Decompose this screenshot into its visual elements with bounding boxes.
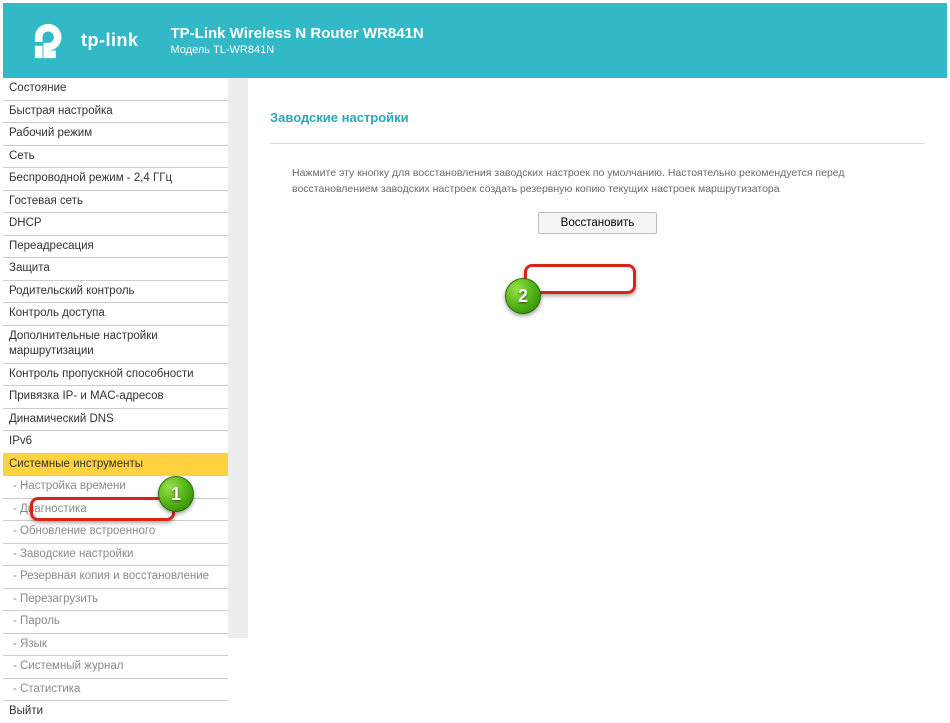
sidebar-item-11[interactable]: Дополнительные настройки маршрутизации — [3, 326, 228, 364]
brand-text: tp-link — [81, 30, 139, 51]
sidebar-item-22[interactable]: - Перезагрузить — [3, 589, 228, 612]
sidebar-item-3[interactable]: Сеть — [3, 146, 228, 169]
sidebar-item-21[interactable]: - Резервная копия и восстановление — [3, 566, 228, 589]
panel-title: Заводские настройки — [270, 110, 925, 125]
product-model: Модель TL-WR841N — [171, 44, 424, 56]
sidebar-item-13[interactable]: Привязка IP- и MAC-адресов — [3, 386, 228, 409]
sidebar-item-9[interactable]: Родительский контроль — [3, 281, 228, 304]
sidebar-item-25[interactable]: - Системный журнал — [3, 656, 228, 679]
sidebar-item-4[interactable]: Беспроводной режим - 2,4 ГГц — [3, 168, 228, 191]
sidebar-item-26[interactable]: - Статистика — [3, 679, 228, 702]
sidebar-item-0[interactable]: Состояние — [3, 78, 228, 101]
sidebar-item-1[interactable]: Быстрая настройка — [3, 101, 228, 124]
sidebar-item-20[interactable]: - Заводские настройки — [3, 544, 228, 567]
content-panel: Заводские настройки Нажмите эту кнопку д… — [248, 78, 947, 638]
sidebar-item-19[interactable]: - Обновление встроенного — [3, 521, 228, 544]
button-row: Восстановить — [270, 212, 925, 234]
sidebar-item-17[interactable]: - Настройка времени — [3, 476, 228, 499]
panel-description: Нажмите эту кнопку для восстановления за… — [292, 166, 917, 198]
restore-button[interactable]: Восстановить — [538, 212, 658, 234]
header-title-block: TP-Link Wireless N Router WR841N Модель … — [171, 25, 424, 56]
product-title: TP-Link Wireless N Router WR841N — [171, 25, 424, 42]
sidebar-nav: СостояниеБыстрая настройкаРабочий режимС… — [3, 78, 228, 638]
sidebar-item-24[interactable]: - Язык — [3, 634, 228, 657]
sidebar-item-10[interactable]: Контроль доступа — [3, 303, 228, 326]
sidebar-item-18[interactable]: - Диагностика — [3, 499, 228, 522]
column-spacer — [228, 78, 248, 638]
divider — [270, 143, 925, 144]
sidebar-item-8[interactable]: Защита — [3, 258, 228, 281]
sidebar-item-7[interactable]: Переадресация — [3, 236, 228, 259]
sidebar-item-15[interactable]: IPv6 — [3, 431, 228, 454]
sidebar-item-14[interactable]: Динамический DNS — [3, 409, 228, 432]
tplink-logo-icon — [33, 22, 71, 60]
sidebar-item-6[interactable]: DHCP — [3, 213, 228, 236]
sidebar-item-12[interactable]: Контроль пропускной способности — [3, 364, 228, 387]
brand-block: tp-link — [33, 22, 139, 60]
sidebar-item-2[interactable]: Рабочий режим — [3, 123, 228, 146]
sidebar-item-27[interactable]: Выйти — [3, 701, 228, 723]
sidebar-item-23[interactable]: - Пароль — [3, 611, 228, 634]
sidebar-item-16[interactable]: Системные инструменты — [3, 454, 228, 477]
sidebar-item-5[interactable]: Гостевая сеть — [3, 191, 228, 214]
app-header: tp-link TP-Link Wireless N Router WR841N… — [3, 3, 947, 78]
